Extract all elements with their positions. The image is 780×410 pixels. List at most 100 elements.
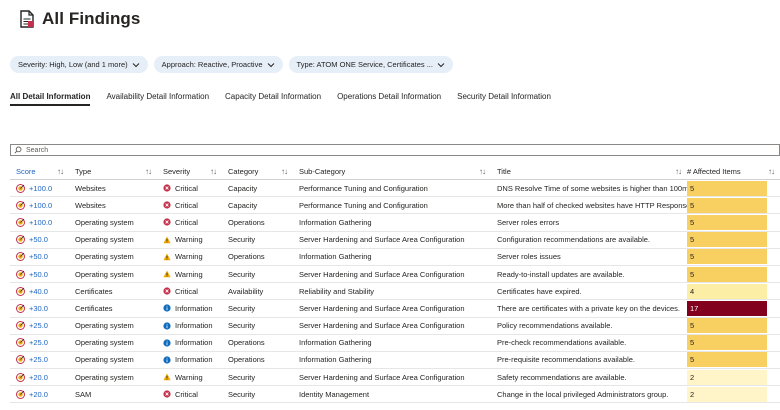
score-value[interactable]: +30.0 [29,304,48,313]
score-cell[interactable]: +100.0 [10,214,69,230]
table-row[interactable]: +30.0 Certificates Information Security Serv… [10,300,780,318]
sort-icon: ↑↓ [479,167,486,176]
title-cell: Ready-to-install updates are available. [497,269,625,279]
column-header-severity[interactable]: Severity ↑↓ [157,164,222,179]
score-value[interactable]: +25.0 [29,321,48,330]
page-header: All Findings [20,8,140,30]
table-row[interactable]: +100.0 Operating system Critical Operations… [10,214,780,232]
category-cell: Security [228,303,256,313]
sort-icon: ↑↓ [210,167,217,176]
table-row[interactable]: +25.0 Operating system Information Security… [10,318,780,335]
severity-label: Critical [175,200,198,210]
tab-operations-detail[interactable]: Operations Detail Information [337,92,441,106]
subcategory-cell: Information Gathering [299,252,372,262]
critical-icon [163,201,171,209]
score-cell[interactable]: +50.0 [10,249,69,265]
filter-label: Type: ATOM ONE Service, Certificates ... [296,60,433,69]
score-cell[interactable]: +100.0 [10,197,69,213]
table-row[interactable]: +50.0 Operating system Warning Operations In… [10,249,780,266]
score-gauge-icon [16,321,25,331]
tab-all-detail[interactable]: All Detail Information [10,92,91,106]
column-header-type[interactable]: Type ↑↓ [69,164,157,179]
subcategory-cell: Information Gathering [299,217,372,227]
sort-icon: ↑↓ [57,167,64,176]
search-input[interactable]: Search [10,144,780,156]
critical-icon [163,287,171,295]
chevron-down-icon [267,62,274,67]
score-value[interactable]: +50.0 [29,235,48,244]
score-value[interactable]: +100.0 [29,201,52,210]
category-cell: Operations [228,355,265,365]
score-gauge-icon [16,235,25,245]
score-value[interactable]: +50.0 [29,252,48,261]
table-row[interactable]: +25.0 Operating system Information Operatio… [10,352,780,370]
score-value[interactable]: +100.0 [29,218,52,227]
tab-security-detail[interactable]: Security Detail Information [457,92,551,106]
type-filter[interactable]: Type: ATOM ONE Service, Certificates ... [288,56,453,73]
score-gauge-icon [16,217,25,227]
score-cell[interactable]: +40.0 [10,283,69,299]
category-cell: Security [228,321,256,331]
score-cell[interactable]: +30.0 [10,300,69,316]
score-value[interactable]: +20.0 [29,373,48,382]
table-row[interactable]: +50.0 Operating system Warning Security Serv… [10,232,780,249]
score-value[interactable]: +20.0 [29,390,48,399]
column-header-title[interactable]: Title ↑↓ [491,164,687,179]
score-cell[interactable]: +50.0 [10,232,69,248]
subcategory-cell: Performance Tuning and Configuration [299,183,428,193]
score-gauge-icon [16,372,25,382]
score-value[interactable]: +25.0 [29,355,48,364]
affected-items-cell: 5 [687,180,780,196]
score-value[interactable]: +25.0 [29,338,48,347]
score-value[interactable]: +50.0 [29,270,48,279]
detail-tabs: All Detail Information Availability Deta… [10,92,551,106]
affected-items-cell: 2 [687,369,780,385]
column-header-affected[interactable]: # Affected Items ↑↓ [687,164,780,179]
severity-cell: Information [157,352,222,368]
score-cell[interactable]: +25.0 [10,335,69,351]
score-cell[interactable]: +20.0 [10,369,69,385]
score-gauge-icon [16,200,25,210]
title-cell: Server roles errors [497,217,560,227]
score-gauge-icon [16,303,25,313]
category-cell: Security [228,269,256,279]
category-cell: Operations [228,338,265,348]
score-cell[interactable]: +50.0 [10,266,69,282]
title-cell: Change in the local privileged Administr… [497,389,669,399]
affected-items-cell: 5 [687,232,780,248]
filter-label: Approach: Reactive, Proactive [161,60,263,69]
table-row[interactable]: +50.0 Operating system Warning Security Serv… [10,266,780,284]
severity-cell: Critical [157,214,222,230]
score-cell[interactable]: +20.0 [10,386,69,402]
column-header-score[interactable]: Score ↑↓ [10,164,69,179]
warning-icon [163,270,171,278]
score-value[interactable]: +100.0 [29,184,52,193]
table-row[interactable]: +25.0 Operating system Information Operatio… [10,335,780,352]
score-value[interactable]: +40.0 [29,287,48,296]
approach-filter[interactable]: Approach: Reactive, Proactive [153,56,283,73]
tab-availability-detail[interactable]: Availability Detail Information [106,92,209,106]
table-row[interactable]: +100.0 Websites Critical Capacity Performanc… [10,180,780,198]
severity-cell: Information [157,300,222,316]
column-header-category[interactable]: Category ↑↓ [222,164,293,179]
page-title: All Findings [42,9,141,28]
affected-items-value: 4 [687,283,767,299]
findings-table: Score ↑↓ Type ↑↓ Severity ↑↓ Category ↑↓ Sub… [10,164,780,404]
score-cell[interactable]: +100.0 [10,180,69,196]
type-cell: Operating system [75,217,134,227]
table-row[interactable]: +20.0 Operating system Warning Security Serv… [10,369,780,387]
column-header-subcategory[interactable]: Sub-Category ↑↓ [293,164,491,179]
category-cell: Security [228,389,256,399]
score-cell[interactable]: +25.0 [10,318,69,334]
type-cell: Operating system [75,321,134,331]
type-cell: Operating system [75,235,134,245]
affected-items-value: 5 [687,197,767,213]
score-cell[interactable]: +25.0 [10,352,69,368]
warning-icon [163,253,171,261]
table-row[interactable]: +100.0 Websites Critical Capacity Performanc… [10,197,780,215]
table-row[interactable]: +40.0 Certificates Critical Availability Rel… [10,283,780,301]
table-row[interactable]: +20.0 SAM Critical Security Identity Managem… [10,386,780,404]
tab-capacity-detail[interactable]: Capacity Detail Information [225,92,321,106]
severity-filter[interactable]: Severity: High, Low (and 1 more) [10,56,148,73]
title-cell: Pre-requisite recommendations available. [497,355,635,365]
